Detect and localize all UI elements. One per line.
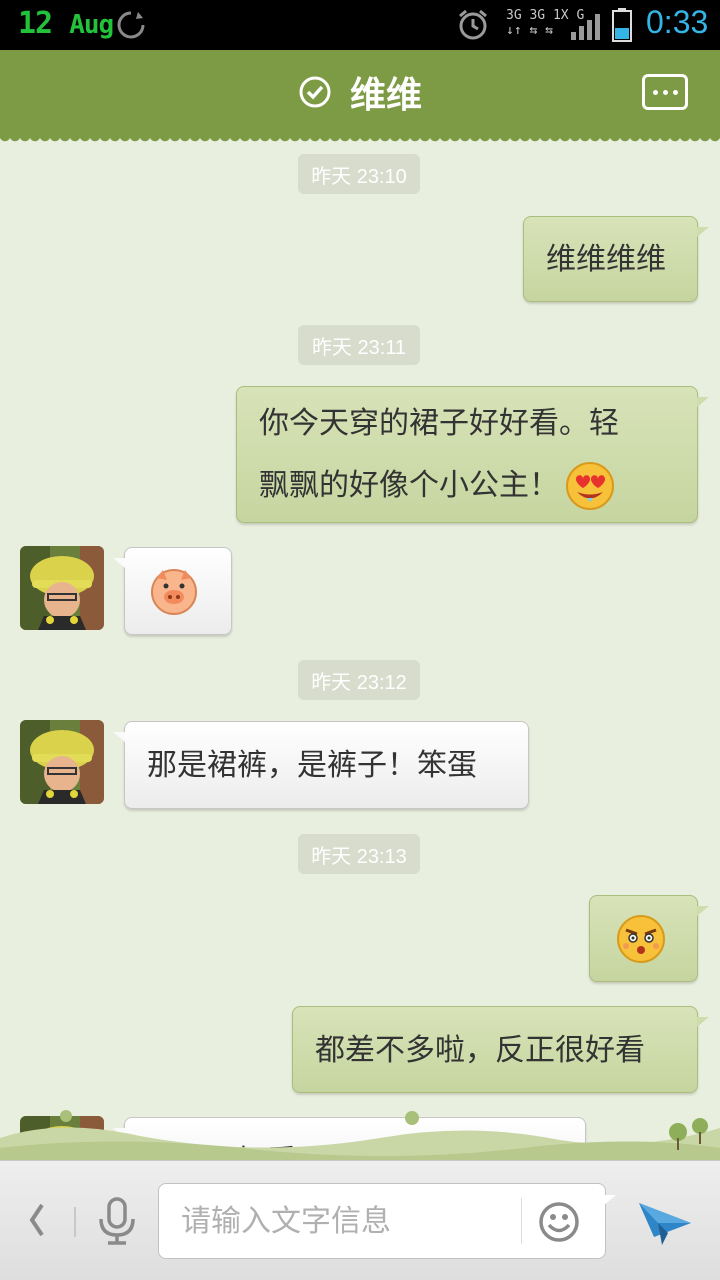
verified-check-icon	[299, 76, 331, 108]
signal-icon	[571, 14, 600, 40]
chevron-left-icon[interactable]	[24, 1197, 50, 1243]
incoming-message[interactable]: 那是裙裤，是裤子！笨蛋	[113, 721, 529, 809]
outgoing-message[interactable]: 你今天穿的裙子好好看。轻 飘飘的好像个小公主！	[236, 386, 709, 523]
timestamp: 昨天 23:11	[298, 325, 420, 365]
status-date: 12 Aug	[18, 6, 114, 41]
timestamp: 昨天 23:12	[298, 660, 420, 700]
divider	[74, 1207, 76, 1237]
send-icon[interactable]	[636, 1193, 694, 1251]
message-input-box[interactable]	[158, 1183, 606, 1259]
alarm-icon	[459, 9, 487, 40]
message-list[interactable]: 昨天 23:10 维维维维 昨天 23:11 你今天穿的裙子好好看。轻 飘飘的好…	[0, 138, 720, 1160]
outgoing-message[interactable]: 维维维维	[523, 216, 709, 302]
pig-emoji-icon	[151, 569, 197, 615]
smiley-icon[interactable]	[537, 1200, 581, 1244]
input-tail	[604, 1195, 616, 1205]
outgoing-message[interactable]: 都差不多啦，反正很好看	[292, 1006, 709, 1093]
landscape-decoration	[0, 1110, 720, 1164]
dot-icon	[652, 89, 658, 95]
message-input-bar	[0, 1160, 720, 1280]
chat-options-button[interactable]	[642, 74, 688, 110]
message-line: 飘飘的好像个小公主！	[259, 468, 559, 503]
status-bar: 12 Aug 3G 3G 1X G ↓↑ ⇆ ⇆ 0:33	[0, 0, 720, 50]
dot-icon	[662, 89, 668, 95]
angry-face-emoji-icon	[617, 915, 665, 963]
contact-avatar[interactable]	[20, 546, 104, 630]
battery-icon	[612, 8, 632, 42]
incoming-message[interactable]	[113, 547, 232, 635]
contact-avatar[interactable]	[20, 720, 104, 804]
timestamp: 昨天 23:13	[298, 834, 420, 874]
dot-icon	[672, 89, 678, 95]
status-date-month: Aug	[69, 10, 114, 40]
heart-eyes-emoji-icon	[566, 462, 614, 510]
message-line: 你今天穿的裙子好好看。轻	[259, 406, 619, 441]
timestamp: 昨天 23:10	[298, 154, 420, 194]
status-date-day: 12	[18, 6, 53, 41]
contact-name: 维维	[349, 75, 422, 116]
chat-header: 维维	[0, 50, 720, 146]
message-text-field[interactable]	[181, 1198, 511, 1244]
status-time: 0:33	[646, 4, 709, 40]
sync-icon	[117, 11, 145, 39]
outgoing-message[interactable]	[589, 895, 709, 982]
divider	[521, 1198, 522, 1244]
microphone-icon[interactable]	[96, 1197, 138, 1245]
